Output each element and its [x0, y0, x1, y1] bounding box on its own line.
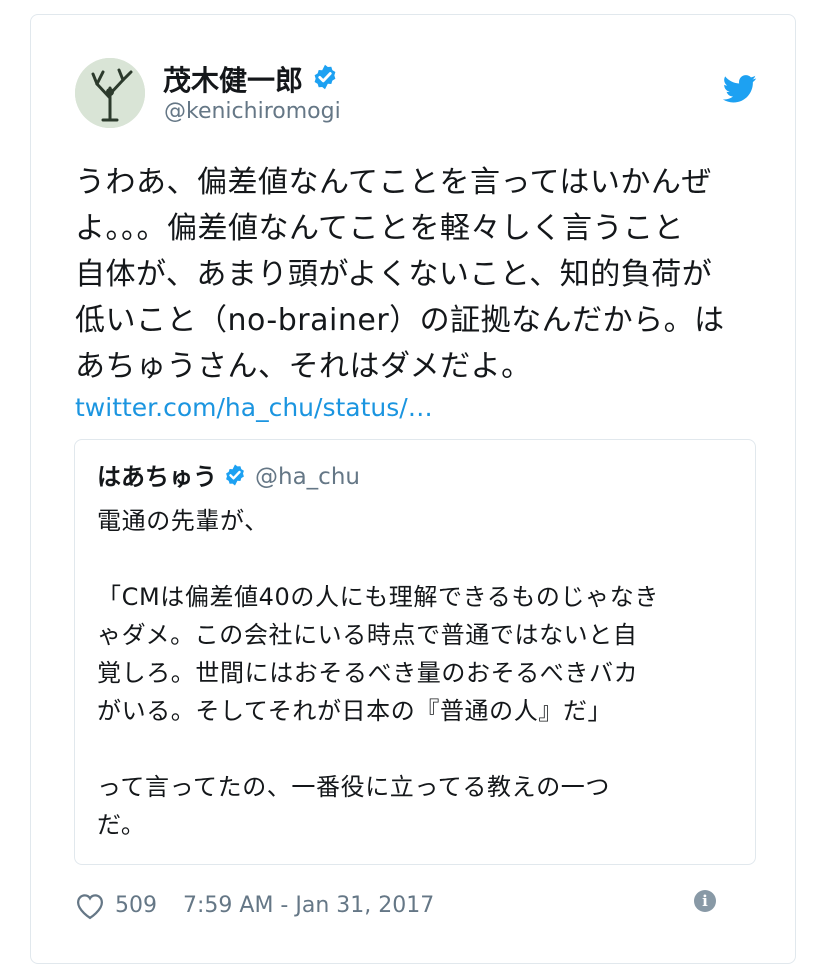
- avatar[interactable]: [75, 58, 145, 128]
- tweet-timestamp[interactable]: 7:59 AM - Jan 31, 2017: [183, 891, 434, 921]
- quoted-text-line: がいる。そしてそれが日本の『普通の人』だ」: [97, 697, 613, 725]
- quoted-text-line: ゃダメ。この会社にいる時点で普通ではないと自: [97, 621, 638, 649]
- verified-badge-icon: [223, 463, 247, 491]
- quoted-text-line: [97, 730, 747, 768]
- quoted-author-name[interactable]: はあちゅう: [97, 462, 217, 492]
- quoted-author-handle[interactable]: @ha_chu: [255, 462, 360, 492]
- tweet-text-line: 低いこと（no-brainer）の証拠なんだから。は: [75, 303, 725, 338]
- info-icon[interactable]: i: [694, 890, 716, 912]
- tweet-footer: 509 7:59 AM - Jan 31, 2017: [75, 889, 755, 923]
- embedded-tweet-card: 茂木健一郎 @kenichiromogi うわあ、偏差値なんてことを言ってはいか…: [30, 14, 796, 964]
- verified-badge-icon: [311, 63, 339, 99]
- quoted-text-line: 覚しろ。世間にはおそるべき量のおそるべきバカ: [97, 659, 639, 687]
- quoted-text-line: って言ってたの、一番役に立ってる教えの一つ: [97, 773, 610, 801]
- avatar-image: [75, 58, 145, 128]
- quoted-tweet-text: 電通の先輩が、 「CMは偏差値40の人にも理解できるものじゃなき ゃダメ。この会…: [97, 502, 747, 844]
- tweet-text-line: あちゅうさん、それはダメだよ。: [75, 349, 532, 384]
- author-name-text[interactable]: 茂木健一郎: [163, 64, 303, 98]
- like-count: 509: [115, 893, 157, 918]
- like-button[interactable]: 509: [75, 891, 157, 921]
- tweet-text-line: うわあ、偏差値なんてことを言ってはいかんぜ: [75, 165, 712, 200]
- heart-icon: [76, 894, 104, 920]
- quoted-text-line: だ。: [97, 811, 146, 839]
- quoted-tweet-header: はあちゅう @ha_chu: [97, 462, 360, 492]
- tweet-text-line: よ。。。偏差値なんてことを軽々しく言うこと: [75, 211, 684, 246]
- twitter-bird-icon[interactable]: [722, 75, 757, 103]
- quoted-text-line: 電通の先輩が、: [97, 507, 269, 535]
- author-name[interactable]: 茂木健一郎: [163, 63, 339, 99]
- tweet-link[interactable]: twitter.com/ha_chu/status/…: [75, 391, 433, 425]
- author-handle[interactable]: @kenichiromogi: [164, 97, 341, 127]
- tweet-text-line: 自体が、あまり頭がよくないこと、知的負荷が: [75, 257, 713, 292]
- quoted-text-line: 「CMは偏差値40の人にも理解できるものじゃなき: [97, 583, 659, 611]
- quoted-tweet[interactable]: はあちゅう @ha_chu 電通の先輩が、 「CMは偏差値40の人にも理解できる…: [74, 439, 756, 865]
- tweet-text: うわあ、偏差値なんてことを言ってはいかんぜ よ。。。偏差値なんてことを軽々しく言…: [75, 160, 765, 390]
- quoted-text-line: [97, 540, 747, 578]
